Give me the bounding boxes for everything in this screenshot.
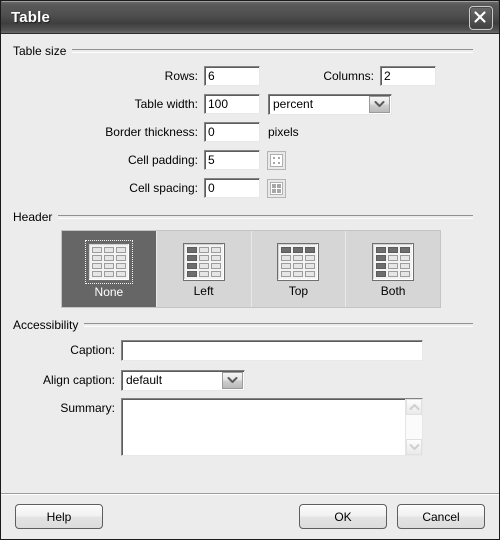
columns-input[interactable]: 2 bbox=[380, 66, 436, 86]
scroll-down-icon[interactable] bbox=[406, 439, 422, 455]
summary-label: Summary: bbox=[60, 401, 115, 415]
cell-padding-grid-icon[interactable] bbox=[267, 150, 286, 170]
table-left-icon bbox=[182, 242, 225, 281]
header-style-panel: None Left Top Both bbox=[61, 230, 441, 308]
header-option-top[interactable]: Top bbox=[252, 231, 347, 307]
header-thumb-wrap bbox=[370, 241, 416, 283]
row-summary: Summary: bbox=[13, 398, 487, 456]
row-caption: Caption: bbox=[13, 338, 487, 362]
row-border-thickness: Border thickness: 0 pixels bbox=[13, 120, 487, 144]
group-header-header: Header bbox=[13, 210, 487, 224]
table-width-label: Table width: bbox=[134, 97, 198, 111]
group-header-title: Header bbox=[13, 210, 53, 224]
grid-icon bbox=[270, 153, 283, 167]
row-align-caption: Align caption: default bbox=[13, 368, 487, 392]
cell-spacing-input[interactable]: 0 bbox=[204, 178, 260, 198]
table-none-icon bbox=[87, 242, 130, 281]
table-width-unit-value: percent bbox=[273, 97, 314, 111]
table-width-input[interactable]: 100 bbox=[204, 94, 260, 114]
table-width-unit-select[interactable]: percent bbox=[268, 93, 392, 115]
titlebar-highlight bbox=[2, 1, 498, 2]
cancel-button[interactable]: Cancel bbox=[397, 504, 485, 529]
scroll-up-icon[interactable] bbox=[406, 399, 422, 415]
close-icon[interactable] bbox=[469, 6, 493, 30]
group-table-size: Table size Rows: 6 Columns: 2 Table widt… bbox=[13, 44, 487, 200]
align-caption-label: Align caption: bbox=[42, 373, 115, 387]
header-option-both[interactable]: Both bbox=[346, 231, 440, 307]
header-thumb-wrap bbox=[275, 241, 321, 283]
caption-label: Caption: bbox=[70, 343, 115, 357]
group-divider bbox=[58, 215, 473, 219]
align-caption-value: default bbox=[126, 373, 163, 387]
summary-scrollbar[interactable] bbox=[405, 399, 422, 455]
header-thumb-wrap bbox=[84, 239, 133, 284]
row-cell-padding: Cell padding: 5 bbox=[13, 148, 487, 172]
header-option-none[interactable]: None bbox=[62, 231, 157, 307]
dialog-body: Table size Rows: 6 Columns: 2 Table widt… bbox=[1, 34, 499, 493]
border-thickness-label: Border thickness: bbox=[105, 125, 198, 139]
chevron-down-icon[interactable] bbox=[369, 95, 390, 113]
rows-input[interactable]: 6 bbox=[204, 66, 260, 86]
table-top-icon bbox=[277, 242, 320, 281]
table-dialog: Table Table size Rows: 6 Columns: 2 Tabl… bbox=[0, 0, 500, 540]
cell-spacing-grid-icon[interactable] bbox=[267, 178, 286, 198]
border-thickness-unit: pixels bbox=[268, 125, 299, 139]
rows-label: Rows: bbox=[164, 69, 198, 83]
row-rows-columns: Rows: 6 Columns: 2 bbox=[13, 64, 487, 88]
group-header: Header None Left Top Both bbox=[13, 210, 487, 308]
header-option-label: Both bbox=[380, 283, 406, 298]
dialog-footer: Help OK Cancel bbox=[1, 493, 499, 539]
header-option-left[interactable]: Left bbox=[157, 231, 252, 307]
ok-button[interactable]: OK bbox=[299, 504, 387, 529]
scrollbar-track[interactable] bbox=[406, 415, 422, 439]
group-table-size-title: Table size bbox=[13, 44, 67, 58]
title-bar: Table bbox=[1, 1, 499, 34]
row-cell-spacing: Cell spacing: 0 bbox=[13, 176, 487, 200]
summary-textarea[interactable] bbox=[121, 398, 423, 456]
row-table-width: Table width: 100 percent bbox=[13, 92, 487, 116]
group-accessibility-header: Accessibility bbox=[13, 318, 487, 332]
header-thumb-wrap bbox=[181, 241, 227, 283]
window-title: Table bbox=[11, 8, 51, 26]
group-accessibility-title: Accessibility bbox=[13, 318, 79, 332]
cell-spacing-label: Cell spacing: bbox=[129, 181, 198, 195]
group-accessibility: Accessibility Caption: Align caption: de… bbox=[13, 318, 487, 456]
caption-input[interactable] bbox=[121, 339, 423, 361]
chevron-down-icon[interactable] bbox=[222, 371, 243, 389]
header-option-label: Top bbox=[288, 283, 309, 298]
table-both-icon bbox=[372, 242, 415, 281]
header-option-label: None bbox=[94, 284, 124, 299]
border-thickness-input[interactable]: 0 bbox=[204, 122, 260, 142]
cell-padding-label: Cell padding: bbox=[127, 153, 198, 167]
cell-padding-input[interactable]: 5 bbox=[204, 150, 260, 170]
group-table-size-header: Table size bbox=[13, 44, 487, 58]
footer-action-buttons: OK Cancel bbox=[299, 504, 485, 529]
grid-icon bbox=[270, 181, 283, 195]
group-divider bbox=[72, 49, 473, 53]
help-button[interactable]: Help bbox=[15, 504, 103, 529]
align-caption-select[interactable]: default bbox=[121, 369, 245, 391]
columns-label: Columns: bbox=[323, 69, 374, 83]
summary-text-value bbox=[122, 399, 405, 455]
group-divider bbox=[84, 323, 473, 327]
header-option-label: Left bbox=[193, 283, 214, 298]
